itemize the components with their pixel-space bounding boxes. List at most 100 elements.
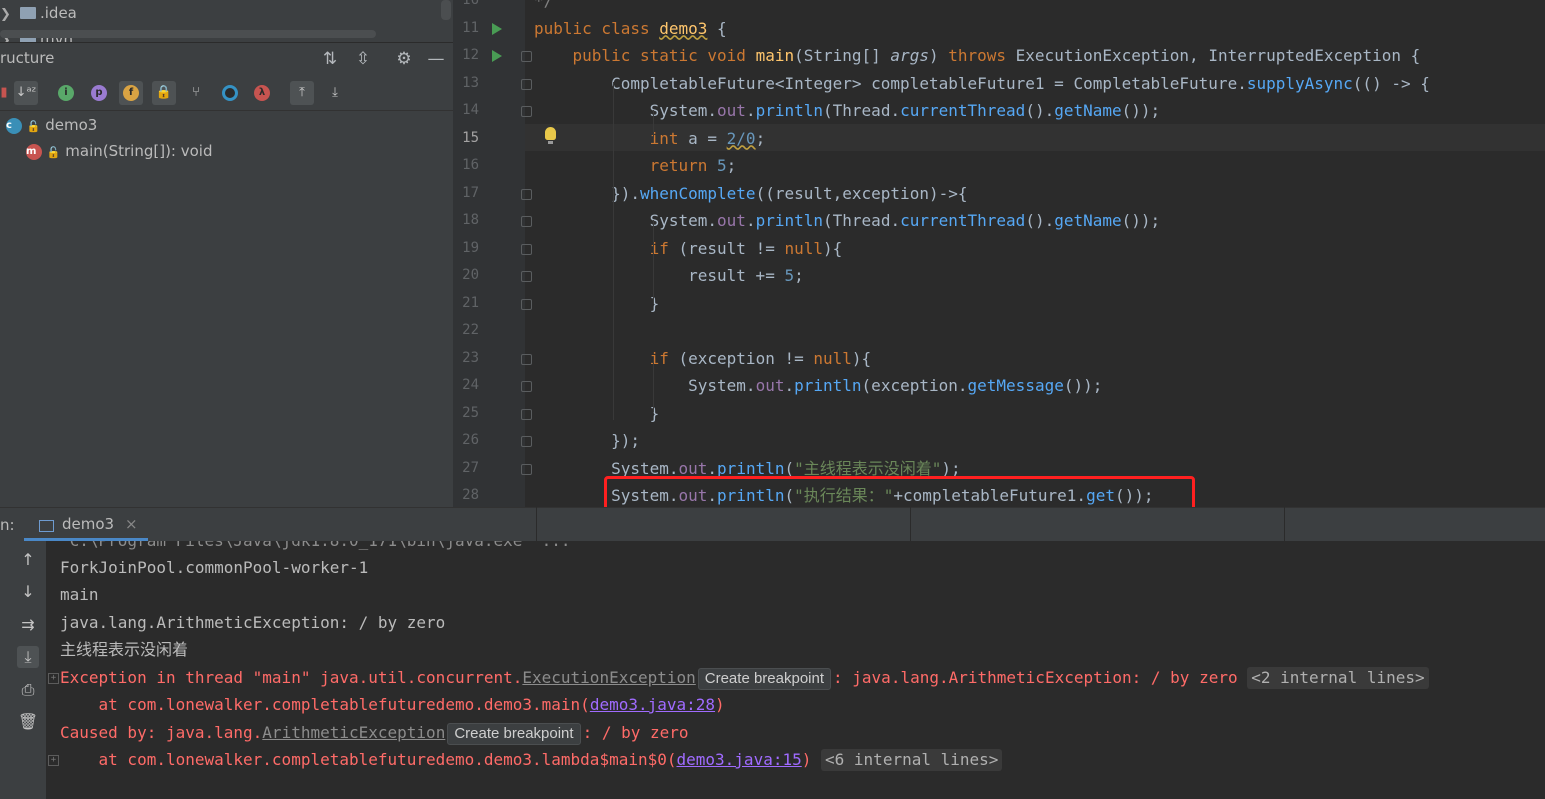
code-line[interactable]: public class demo3 { [534, 15, 727, 42]
show-implemented-icon[interactable]: ⑂ [184, 81, 208, 105]
code-token: (Thread. [823, 211, 901, 230]
fold-marker-icon[interactable] [521, 408, 532, 420]
fold-marker-icon[interactable] [521, 78, 532, 90]
line-number: 15 [462, 129, 479, 146]
project-tree-item[interactable]: ❯ .idea [0, 0, 77, 26]
run-label: n: [0, 516, 15, 534]
code-line[interactable]: } [534, 290, 660, 317]
soft-wrap-icon[interactable]: ⇉ [17, 614, 39, 636]
fold-marker-icon[interactable] [521, 436, 532, 447]
left-panel: ❯.idea ❯mvn ructure ⇅ ⇳ ⚙ — ▮ ↓ᵃᶻ i p f … [0, 0, 453, 507]
exception-suffix: : java.lang.ArithmeticException: / by ze… [833, 668, 1238, 687]
line-number: 18 [462, 212, 479, 228]
fold-marker-icon[interactable] [521, 188, 532, 200]
structure-class-item[interactable]: c 🔓 demo3 [6, 112, 97, 138]
code-line[interactable]: */ [534, 0, 553, 14]
down-arrow-icon[interactable]: ↓ [17, 581, 39, 603]
run-tab[interactable]: demo3 × [24, 508, 150, 542]
show-inherited-icon[interactable]: i [54, 81, 78, 105]
trash-icon[interactable]: 🗑 [17, 711, 39, 733]
create-breakpoint-button[interactable]: Create breakpoint [447, 723, 581, 745]
code-line[interactable]: }); [534, 427, 640, 454]
expand-stacktrace-icon[interactable]: + [48, 755, 59, 766]
show-lambdas-icon[interactable]: λ [250, 81, 274, 105]
fold-marker-icon[interactable] [521, 106, 532, 117]
expand-stacktrace-icon[interactable]: + [48, 673, 59, 684]
code-token: getName [1054, 101, 1122, 120]
code-line[interactable]: } [534, 400, 660, 427]
autoscroll-to-source-icon[interactable]: ⤒ [290, 81, 314, 105]
show-fields-icon[interactable]: f [119, 81, 143, 105]
code-token: out [717, 101, 746, 120]
fold-marker-icon[interactable] [521, 463, 532, 475]
code-line[interactable]: result += 5; [534, 262, 804, 289]
minimize-icon[interactable]: — [426, 49, 446, 69]
fold-marker-icon[interactable] [521, 216, 532, 227]
code-token: . [745, 211, 756, 230]
code-token: ()); [1121, 211, 1161, 230]
chevron-right-icon[interactable]: ❯ [0, 2, 14, 28]
code-token: System. [534, 211, 718, 230]
code-token: int [534, 128, 689, 148]
console-output[interactable]: "C:\Program Files\Java\jdk1.8.0_171\bin\… [46, 541, 1545, 799]
source-link[interactable]: demo3.java:28 [590, 695, 715, 714]
code-line[interactable]: public static void main(String[] args) t… [534, 42, 1421, 69]
code-token: ) [928, 46, 949, 65]
line-number: 21 [462, 294, 479, 311]
code-editor[interactable]: 16 11 12 13 14 15 16 17 18 19 20 21 22 23 24 25 26 27 28 *… [453, 0, 1545, 507]
code-line[interactable]: System.out.println(Thread.currentThread(… [534, 207, 1161, 234]
fold-marker-icon[interactable] [521, 381, 532, 392]
code-token: out [755, 376, 785, 395]
up-arrow-icon[interactable]: ↑ [17, 549, 39, 571]
run-gutter-icon[interactable] [492, 50, 502, 62]
code-token: ((result,exception)->{ [755, 183, 968, 203]
code-token: (). [1025, 211, 1055, 230]
exception-class-link[interactable]: ArithmeticException [262, 723, 445, 742]
indent-guide [613, 82, 614, 420]
code-token: public static void [534, 46, 756, 65]
source-link[interactable]: demo3.java:15 [677, 750, 802, 769]
scroll-to-end-icon[interactable]: ⤓ [17, 646, 39, 668]
expand-all-icon[interactable]: ⇅ [320, 49, 340, 69]
indent-guide [653, 358, 654, 412]
internal-lines-fold[interactable]: <2 internal lines> [1247, 667, 1429, 689]
structure-member-item[interactable]: m 🔓 main(String[]): void [26, 138, 212, 164]
exception-class-link[interactable]: ExecutionException [522, 668, 695, 687]
code-token: null [784, 238, 823, 258]
fold-marker-icon[interactable] [521, 353, 532, 365]
fold-marker-icon[interactable] [521, 51, 532, 62]
code-token: if [534, 238, 679, 258]
code-line[interactable]: int a = 2/0; [534, 125, 766, 152]
line-number: 23 [462, 349, 479, 366]
code-line[interactable]: if (exception != null){ [534, 345, 872, 372]
code-line[interactable]: CompletableFuture<Integer> completableFu… [534, 70, 1430, 97]
fold-marker-icon[interactable] [521, 298, 532, 310]
code-line[interactable]: return 5; [534, 152, 737, 179]
editor-gutter[interactable]: 16 11 12 13 14 15 16 17 18 19 20 21 22 23 24 25 26 27 28 [453, 0, 532, 507]
gear-icon[interactable]: ⚙ [394, 49, 414, 69]
code-line[interactable]: System.out.println(exception.getMessage(… [534, 372, 1102, 399]
code-line[interactable]: if (result != null){ [534, 235, 843, 262]
code-token: { [707, 18, 727, 38]
horizontal-scrollbar[interactable] [0, 30, 376, 38]
lightbulb-icon[interactable] [545, 127, 556, 144]
fold-marker-icon[interactable] [521, 271, 532, 282]
show-anonymous-icon[interactable] [218, 81, 242, 105]
code-token: whenComplete [639, 183, 756, 203]
code-line[interactable]: }).whenComplete((result,exception)->{ [534, 180, 967, 207]
show-properties-icon[interactable]: p [87, 81, 111, 105]
show-non-public-icon[interactable]: 🔒 [152, 81, 176, 105]
create-breakpoint-button[interactable]: Create breakpoint [697, 668, 832, 690]
code-line[interactable]: System.out.println(Thread.currentThread(… [534, 97, 1161, 124]
run-gutter-icon[interactable] [492, 22, 502, 35]
autoscroll-from-source-icon[interactable]: ⤓ [323, 81, 347, 105]
fold-marker-icon[interactable] [521, 243, 532, 255]
print-icon[interactable]: ⎙ [17, 679, 39, 701]
collapse-all-icon[interactable]: ⇳ [353, 49, 373, 69]
scrollbar-thumb[interactable] [441, 0, 451, 20]
sort-alpha-icon[interactable]: ↓ᵃᶻ [14, 81, 38, 105]
close-icon[interactable]: × [125, 515, 138, 533]
class-label: demo3 [45, 116, 98, 134]
internal-lines-fold[interactable]: <6 internal lines> [821, 749, 1003, 771]
tree-item-label: .idea [40, 4, 77, 22]
